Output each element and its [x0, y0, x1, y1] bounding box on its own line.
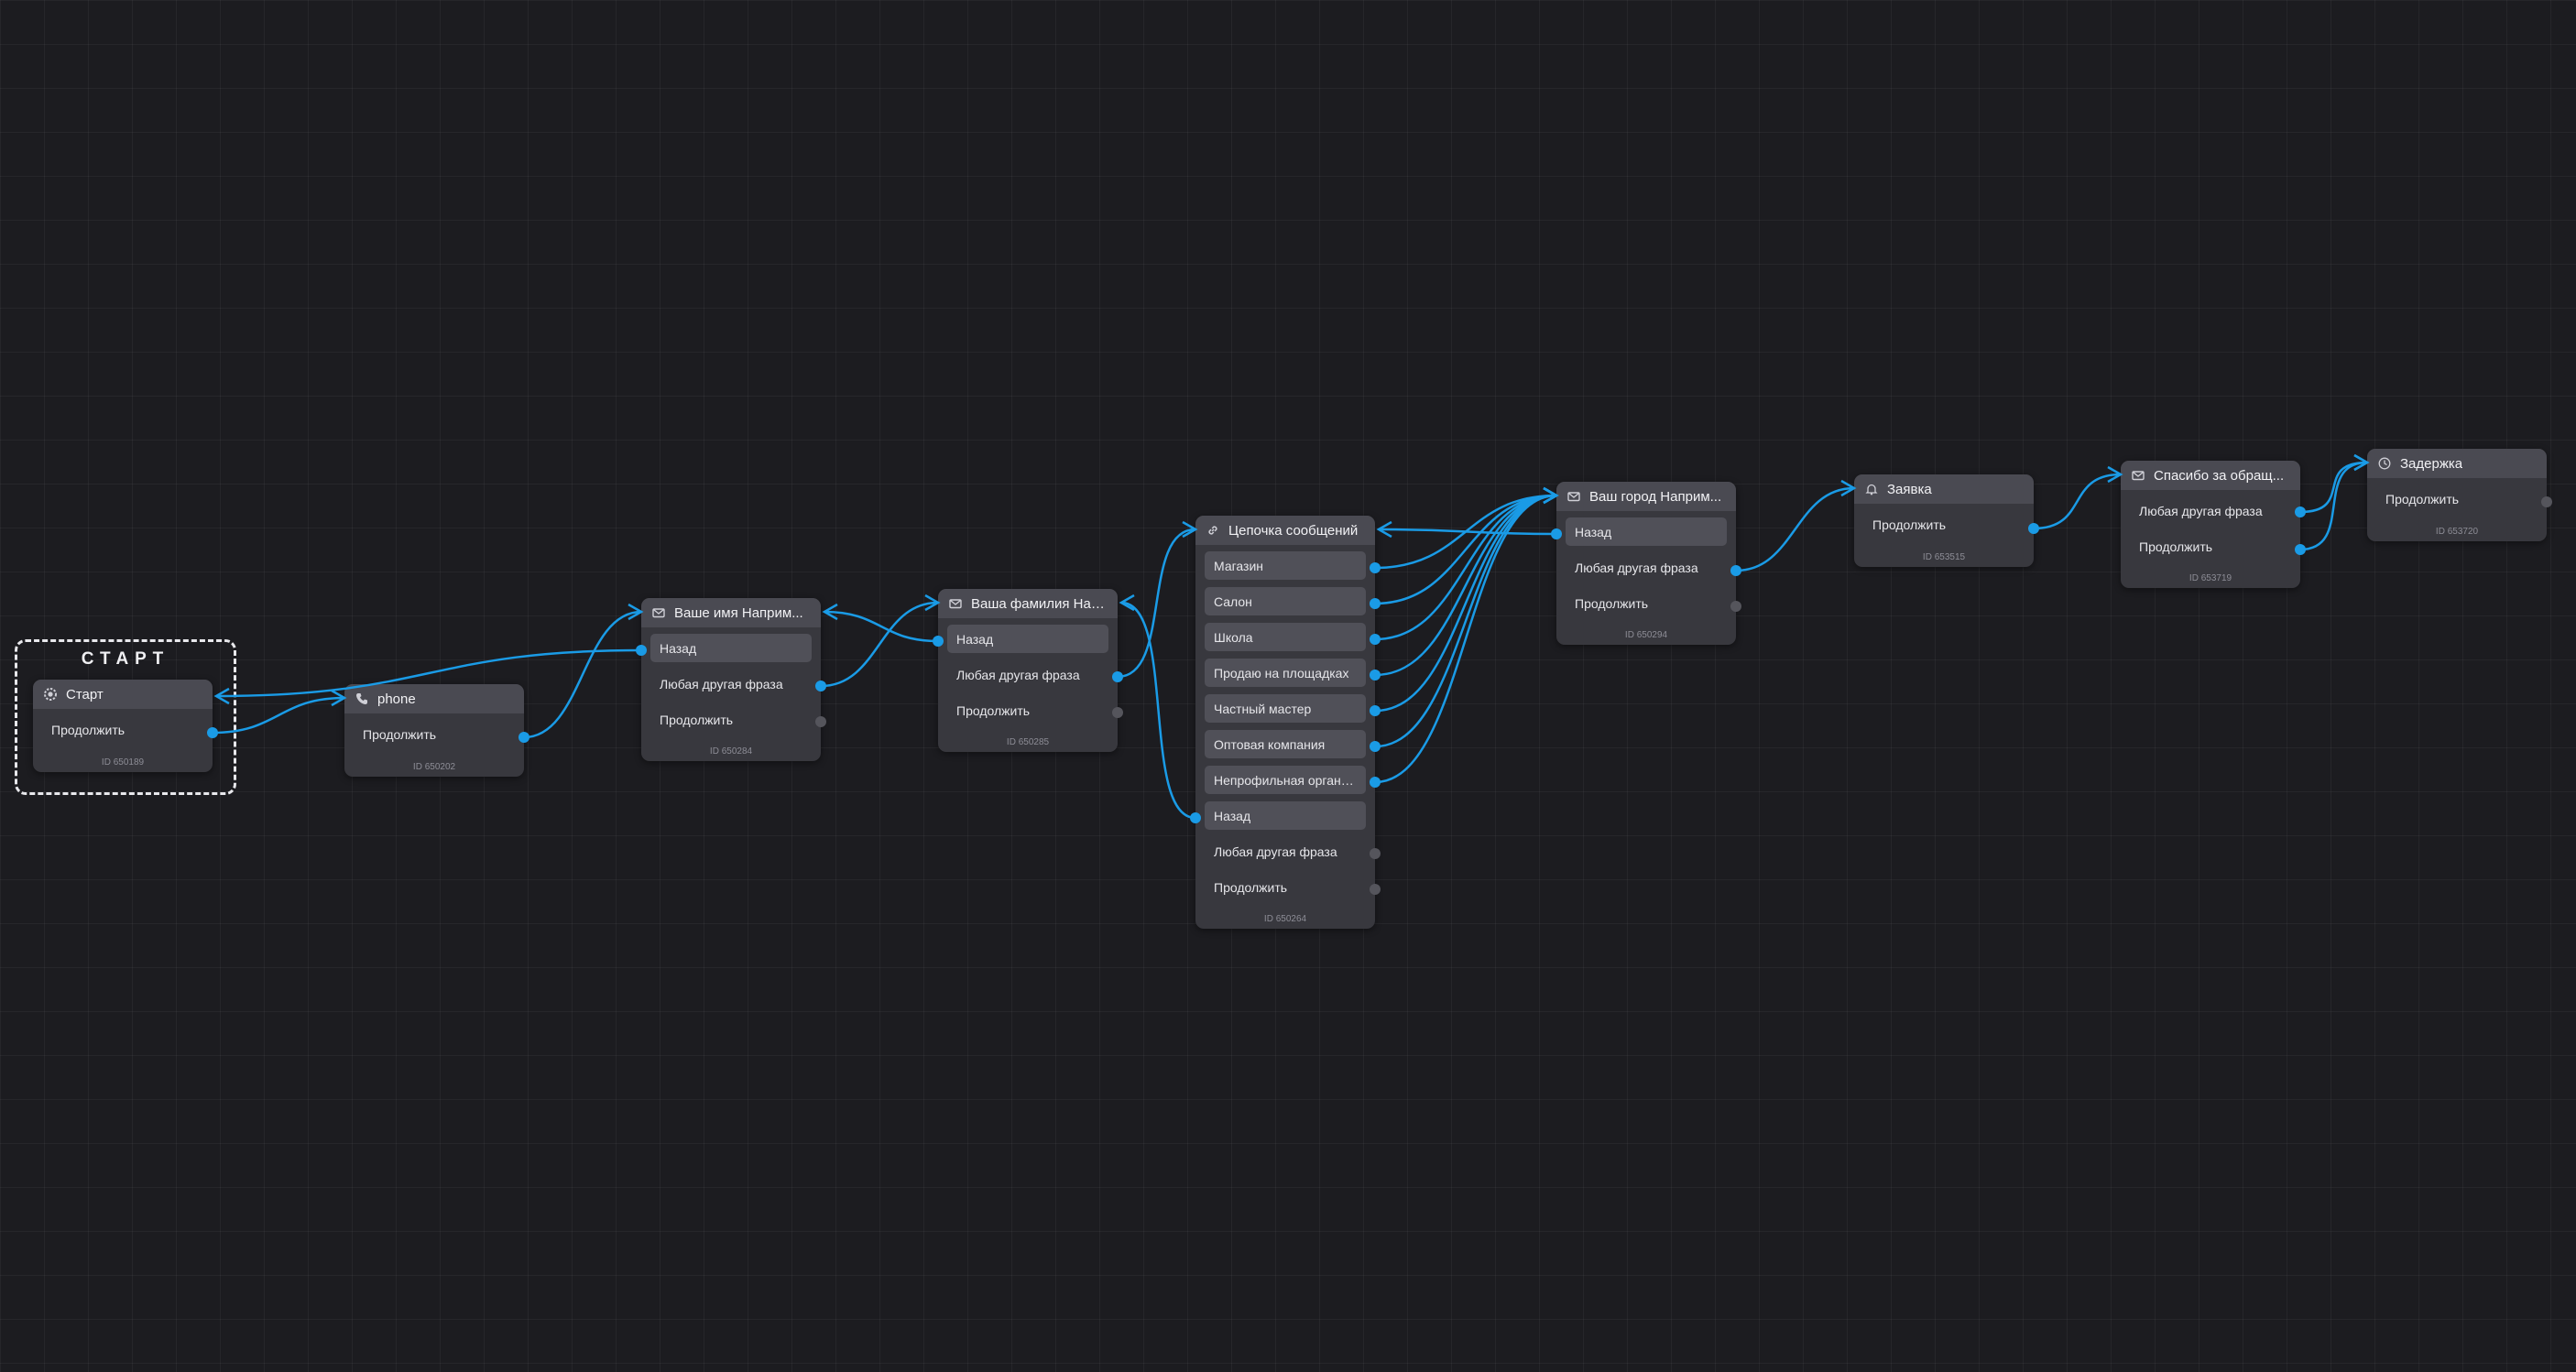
button-back[interactable]: Назад	[947, 625, 1108, 653]
button-private-master[interactable]: Частный мастер	[1205, 694, 1366, 723]
output-continue[interactable]: Продолжить	[650, 705, 812, 734]
node-request[interactable]: Заявка Продолжить ID 653515	[1854, 474, 2034, 567]
node-header[interactable]: Заявка	[1854, 474, 2034, 504]
node-id: ID 650189	[101, 757, 145, 768]
link-icon	[1206, 524, 1219, 537]
node-title: Заявка	[1887, 481, 1932, 497]
node-title: Ваша фамилия Нап...	[971, 595, 1107, 612]
button-school[interactable]: Школа	[1205, 623, 1366, 651]
row-label: Назад	[660, 640, 697, 656]
row-label: Частный мастер	[1214, 701, 1312, 716]
node-header[interactable]: phone	[344, 684, 524, 713]
row-label: Назад	[1575, 524, 1612, 539]
node-city[interactable]: Ваш город Наприм... Назад Любая другая ф…	[1556, 482, 1736, 645]
output-continue[interactable]: Продолжить	[1205, 873, 1366, 901]
button-back[interactable]: Назад	[650, 634, 812, 662]
row-label: Продолжить	[956, 702, 1031, 718]
node-header[interactable]: Старт	[33, 680, 213, 709]
node-header[interactable]: Ваш город Наприм...	[1556, 482, 1736, 511]
output-any-phrase[interactable]: Любая другая фраза	[1566, 553, 1727, 582]
button-marketplaces[interactable]: Продаю на площадках	[1205, 659, 1366, 687]
row-label: Продолжить	[2139, 539, 2213, 554]
start-block-label: СТАРТ	[81, 649, 170, 669]
output-any-phrase[interactable]: Любая другая фраза	[650, 670, 812, 698]
envelope-icon	[1567, 490, 1580, 503]
row-label: Продолжить	[1214, 879, 1288, 895]
button-salon[interactable]: Салон	[1205, 587, 1366, 615]
row-label: Школа	[1214, 629, 1253, 645]
output-continue[interactable]: Продолжить	[354, 720, 515, 748]
button-wholesale[interactable]: Оптовая компания	[1205, 730, 1366, 758]
flow-canvas[interactable]: СТАРТ Старт Продолжить ID 650189 phone П…	[0, 0, 2576, 1372]
node-id: ID 650284	[709, 746, 753, 757]
row-label: Продолжить	[2385, 491, 2460, 506]
node-id: ID 653719	[2189, 573, 2232, 583]
output-continue[interactable]: Продолжить	[947, 696, 1108, 724]
node-name[interactable]: Ваше имя Наприм... Назад Любая другая фр…	[641, 598, 821, 761]
node-id: ID 650202	[412, 762, 456, 772]
envelope-icon	[652, 606, 665, 619]
row-label: Назад	[1214, 808, 1251, 823]
row-label: Продолжить	[363, 726, 437, 742]
node-title: Задержка	[2400, 455, 2463, 472]
node-title: phone	[377, 691, 416, 707]
button-shop[interactable]: Магазин	[1205, 551, 1366, 580]
envelope-icon	[949, 597, 962, 610]
output-continue[interactable]: Продолжить	[1566, 589, 1727, 617]
output-continue[interactable]: Продолжить	[1863, 510, 2025, 539]
row-label: Оптовая компания	[1214, 736, 1326, 752]
node-phone[interactable]: phone Продолжить ID 650202	[344, 684, 524, 777]
row-label: Продолжить	[660, 712, 734, 727]
clock-icon	[2378, 457, 2391, 470]
row-label: Магазин	[1214, 558, 1264, 573]
node-title: Цепочка сообщений	[1228, 522, 1359, 539]
row-label: Непрофильная организа...	[1214, 772, 1357, 788]
row-label: Салон	[1214, 593, 1252, 609]
node-title: Старт	[66, 686, 104, 702]
row-label: Продолжить	[51, 722, 126, 737]
row-label: Продолжить	[1872, 517, 1947, 532]
node-id: ID 650264	[1263, 914, 1307, 924]
node-start[interactable]: Старт Продолжить ID 650189	[33, 680, 213, 772]
output-continue[interactable]: Продолжить	[2130, 532, 2291, 561]
row-label: Любая другая фраза	[956, 667, 1080, 682]
node-header[interactable]: Задержка	[2367, 449, 2547, 478]
node-title: Ваше имя Наприм...	[674, 604, 803, 621]
output-continue[interactable]: Продолжить	[42, 715, 203, 744]
node-message-chain[interactable]: Цепочка сообщений Магазин Салон Школа Пр…	[1195, 516, 1375, 929]
node-header[interactable]: Ваше имя Наприм...	[641, 598, 821, 627]
node-header[interactable]: Цепочка сообщений	[1195, 516, 1375, 545]
row-label: Любая другая фраза	[660, 676, 783, 691]
node-title: Ваш город Наприм...	[1589, 488, 1722, 505]
row-label: Продолжить	[1575, 595, 1649, 611]
envelope-icon	[2132, 469, 2145, 482]
row-label: Продаю на площадках	[1214, 665, 1349, 681]
row-label: Назад	[956, 631, 994, 647]
node-id: ID 653720	[2435, 527, 2479, 537]
node-delay[interactable]: Задержка Продолжить ID 653720	[2367, 449, 2547, 541]
button-non-core-org[interactable]: Непрофильная организа...	[1205, 766, 1366, 794]
row-label: Любая другая фраза	[2139, 503, 2263, 518]
row-label: Любая другая фраза	[1214, 844, 1337, 859]
node-id: ID 653515	[1922, 552, 1966, 562]
phone-icon	[355, 692, 368, 705]
gear-icon	[44, 688, 57, 701]
node-title: Спасибо за обращ...	[2154, 467, 2285, 484]
row-label: Любая другая фраза	[1575, 560, 1698, 575]
output-any-phrase[interactable]: Любая другая фраза	[1205, 837, 1366, 866]
node-header[interactable]: Спасибо за обращ...	[2121, 461, 2300, 490]
button-back[interactable]: Назад	[1566, 517, 1727, 546]
output-continue[interactable]: Продолжить	[2376, 485, 2538, 513]
output-any-phrase[interactable]: Любая другая фраза	[2130, 496, 2291, 525]
node-id: ID 650285	[1006, 737, 1050, 747]
node-id: ID 650294	[1624, 630, 1668, 640]
node-header[interactable]: Ваша фамилия Нап...	[938, 589, 1118, 618]
bell-icon	[1865, 483, 1878, 495]
button-back[interactable]: Назад	[1205, 801, 1366, 830]
output-any-phrase[interactable]: Любая другая фраза	[947, 660, 1108, 689]
node-surname[interactable]: Ваша фамилия Нап... Назад Любая другая ф…	[938, 589, 1118, 752]
node-thanks[interactable]: Спасибо за обращ... Любая другая фраза П…	[2121, 461, 2300, 588]
